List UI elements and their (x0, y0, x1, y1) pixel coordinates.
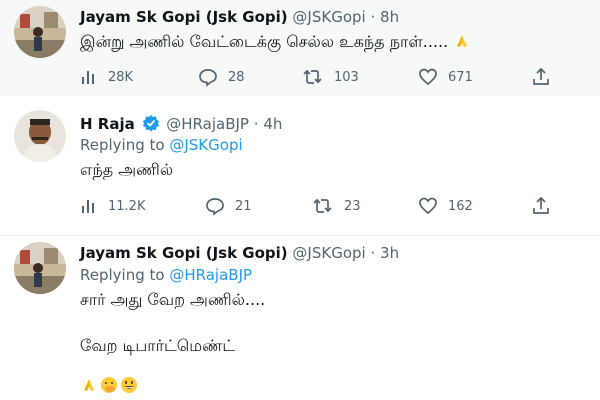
reply-count: 28 (228, 69, 245, 85)
user-handle[interactable]: @JSKGopi (292, 244, 365, 262)
avatar[interactable] (14, 6, 66, 58)
retweet-action[interactable]: 103 (302, 66, 359, 88)
tweet-header: Jayam Sk Gopi (Jsk Gopi) @JSKGopi · 8h (80, 8, 399, 26)
tweet-text-content: வேற டிபார்ட்மெண்ட் (80, 336, 236, 355)
reply-icon (206, 198, 224, 216)
like-count: 671 (448, 69, 473, 85)
user-handle[interactable]: @HRajaBJP (166, 115, 249, 133)
folded-hands-emoji (84, 379, 94, 391)
avatar[interactable] (14, 242, 66, 294)
separator-dot: · (370, 8, 376, 26)
display-name[interactable]: Jayam Sk Gopi (Jsk Gopi) (80, 244, 288, 262)
grinning-face-emoji (121, 377, 137, 393)
folded-hands-emoji (457, 35, 468, 47)
replying-to-label: Replying to (80, 266, 165, 284)
reply-action[interactable]: 28 (198, 66, 245, 88)
views-action[interactable]: 11.2K (80, 195, 145, 217)
tweet-text-line-1: சார் அது வேற அணில்.... (80, 290, 265, 311)
replying-to-handle[interactable]: @JSKGopi (169, 136, 242, 154)
share-icon (533, 67, 549, 85)
like-action[interactable]: 162 (418, 195, 473, 217)
tweet-text: எந்த அணில் (80, 160, 173, 181)
verified-badge-icon (142, 115, 159, 132)
retweet-count: 23 (344, 198, 361, 214)
display-name[interactable]: H Raja (80, 115, 135, 133)
replying-to-label: Replying to (80, 136, 165, 154)
share-icon (533, 196, 549, 214)
heart-icon (419, 68, 437, 86)
face-with-hand-over-mouth-emoji (101, 377, 117, 393)
share-action[interactable] (532, 195, 550, 217)
timestamp[interactable]: 3h (380, 244, 399, 262)
tweet-header: H Raja @HRajaBJP · 4h (80, 114, 282, 133)
separator-dot: · (370, 244, 376, 262)
tweet-text-content: இன்று அணில் வேட்டைக்கு செல்ல உகந்த நாள்.… (80, 32, 449, 51)
tweet-text-content: சார் அது வேற அணில்.... (80, 290, 266, 309)
views-count: 28K (108, 69, 134, 85)
reply-action[interactable]: 21 (205, 195, 252, 217)
retweet-icon (313, 198, 332, 213)
tweet-actions: 28K 28 103 671 (80, 66, 550, 88)
views-count: 11.2K (108, 198, 146, 214)
retweet-count: 103 (334, 69, 359, 85)
tweet-3[interactable]: Jayam Sk Gopi (Jsk Gopi) @JSKGopi · 3h R… (0, 236, 600, 400)
tweet-1[interactable]: Jayam Sk Gopi (Jsk Gopi) @JSKGopi · 8h இ… (0, 0, 600, 96)
separator-dot: · (253, 115, 259, 133)
retweet-action[interactable]: 23 (312, 195, 361, 217)
views-icon (82, 200, 94, 213)
like-count: 162 (448, 198, 473, 214)
avatar[interactable] (14, 110, 66, 162)
views-icon (82, 71, 94, 84)
reply-icon (199, 69, 217, 87)
share-action[interactable] (532, 66, 550, 88)
emoji-row (80, 376, 138, 394)
display-name[interactable]: Jayam Sk Gopi (Jsk Gopi) (80, 8, 288, 26)
tweet-text-line-2: வேற டிபார்ட்மெண்ட் (80, 336, 235, 357)
timestamp[interactable]: 8h (380, 8, 399, 26)
tweet-2[interactable]: H Raja @HRajaBJP · 4h Replying to @JSKGo… (0, 96, 600, 236)
tweet-text: இன்று அணில் வேட்டைக்கு செல்ல உகந்த நாள்.… (80, 32, 471, 53)
heart-icon (419, 197, 437, 215)
replying-to: Replying to @JSKGopi (80, 136, 243, 154)
replying-to: Replying to @HRajaBJP (80, 266, 252, 284)
timestamp[interactable]: 4h (263, 115, 282, 133)
tweet-text-content: எந்த அணில் (80, 160, 174, 179)
tweet-header: Jayam Sk Gopi (Jsk Gopi) @JSKGopi · 3h (80, 244, 399, 262)
user-handle[interactable]: @JSKGopi (292, 8, 365, 26)
retweet-icon (303, 69, 322, 84)
tweet-actions: 11.2K 21 23 162 (80, 195, 550, 217)
like-action[interactable]: 671 (418, 66, 473, 88)
views-action[interactable]: 28K (80, 66, 133, 88)
replying-to-handle[interactable]: @HRajaBJP (169, 266, 252, 284)
reply-count: 21 (235, 198, 252, 214)
